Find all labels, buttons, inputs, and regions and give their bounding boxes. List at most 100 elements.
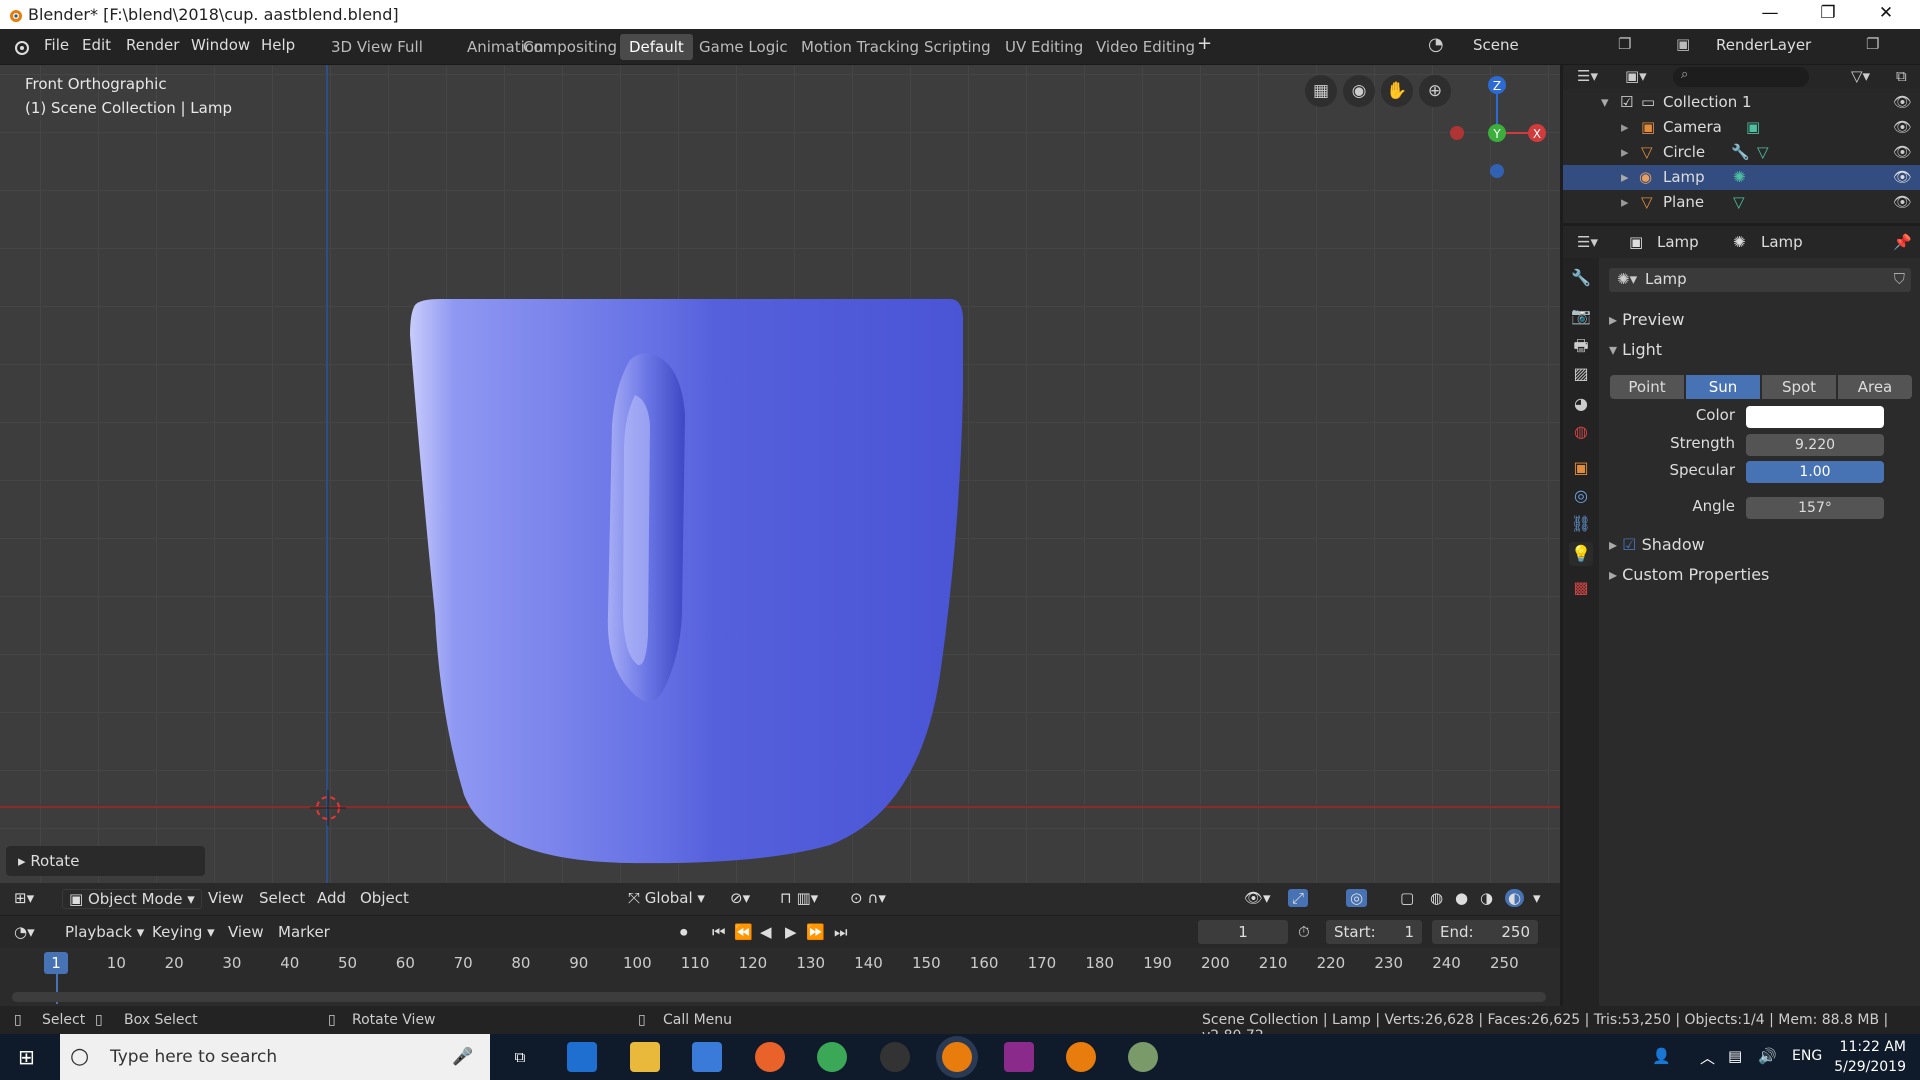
expand-triangle-icon[interactable]: ▸: [1621, 115, 1629, 140]
outliner-editor-icon[interactable]: ☰▾: [1577, 67, 1598, 85]
tray-chevron-icon[interactable]: ︿: [1700, 1047, 1715, 1068]
orientation-select[interactable]: ⤧ Global ▾: [628, 889, 705, 907]
shadow-checkbox-icon[interactable]: ☑: [1622, 535, 1636, 554]
gizmos-toggle-icon[interactable]: ⤢: [1288, 889, 1309, 907]
play-reverse-icon[interactable]: ◀: [760, 923, 772, 941]
edge-icon[interactable]: [567, 1042, 597, 1072]
outliner-row-camera[interactable]: ▸ ▣ Camera ▣ 👁: [1563, 115, 1920, 140]
outliner[interactable]: ☰▾ ▣▾ ⌕ ▽▾ ⧉ ▾ ☑ ▭ Collection 1 👁 ▸ ▣ Ca…: [1563, 65, 1920, 223]
pan-hand-icon[interactable]: ✋: [1381, 75, 1413, 107]
volume-icon[interactable]: 🔊: [1758, 1047, 1777, 1065]
microphone-icon[interactable]: 🎤: [452, 1034, 473, 1080]
clock[interactable]: 11:22 AM 5/29/2019: [1834, 1037, 1906, 1077]
xray-icon[interactable]: ▢: [1400, 889, 1414, 907]
3d-viewport[interactable]: Front Orthographic (1) Scene Collection …: [0, 65, 1560, 913]
camera-data-icon[interactable]: ▣: [1746, 115, 1760, 140]
material-shading-icon[interactable]: ◑: [1480, 889, 1493, 907]
paint-icon[interactable]: [1128, 1042, 1158, 1072]
eye-icon[interactable]: 👁: [1893, 140, 1912, 165]
blender-alt-icon[interactable]: [1066, 1042, 1096, 1072]
modifier-wrench-icon[interactable]: 🔧: [1731, 140, 1750, 165]
menu-keying[interactable]: Keying ▾: [152, 923, 215, 941]
strength-field[interactable]: 9.220: [1746, 434, 1884, 456]
view-layer-tab-icon[interactable]: ▨: [1569, 362, 1593, 386]
winrar-icon[interactable]: [1004, 1042, 1034, 1072]
properties-editor[interactable]: ☰▾ ▣ Lamp ✺ Lamp 📌 🔧 📷 🖶 ▨ ◕ ◍ ▣ ◎ ⛓ 💡 ▩…: [1563, 226, 1920, 1006]
tab-scripting[interactable]: Scripting: [915, 34, 1000, 60]
store-icon[interactable]: [692, 1042, 722, 1072]
mode-select[interactable]: ▣ Object Mode ▾: [62, 889, 202, 909]
light-type-sun[interactable]: Sun: [1686, 375, 1760, 399]
task-view-icon[interactable]: ⧉: [505, 1042, 535, 1072]
fake-user-shield-icon[interactable]: ⛉: [1894, 270, 1905, 288]
color-swatch[interactable]: [1746, 406, 1884, 428]
light-type-spot[interactable]: Spot: [1762, 375, 1836, 399]
menu-playback[interactable]: Playback ▾: [65, 923, 144, 941]
axis-gizmo[interactable]: Z X Y: [1440, 71, 1560, 181]
start-frame-field[interactable]: Start: 1: [1326, 920, 1422, 944]
mesh-data-icon[interactable]: ▽: [1733, 190, 1745, 215]
menu-file[interactable]: File: [44, 36, 69, 54]
render-tab-icon[interactable]: 📷: [1569, 304, 1593, 328]
unreal-icon[interactable]: [880, 1042, 910, 1072]
prev-keyframe-icon[interactable]: ⏪: [734, 923, 753, 941]
output-tab-icon[interactable]: 🖶: [1569, 334, 1593, 358]
outliner-row-lamp[interactable]: ▸ ◉ Lamp ✺ 👁: [1563, 165, 1920, 190]
datablock-name[interactable]: Lamp: [1645, 270, 1687, 288]
tab-uv-editing[interactable]: UV Editing: [996, 34, 1092, 60]
expand-triangle-icon[interactable]: ▾: [1601, 90, 1609, 115]
menu-object[interactable]: Object: [360, 889, 409, 907]
tab-compositing[interactable]: Compositing: [514, 34, 626, 60]
datablock-selector[interactable]: ✺▾ Lamp ⛉: [1609, 268, 1911, 292]
panel-custom-properties[interactable]: ▸ Custom Properties: [1609, 565, 1769, 584]
visibility-icon[interactable]: 👁▾: [1244, 889, 1271, 907]
3d-cursor-icon[interactable]: [306, 786, 350, 830]
tab-video-editing[interactable]: Video Editing: [1087, 34, 1204, 60]
light-type-point[interactable]: Point: [1610, 375, 1684, 399]
new-collection-icon[interactable]: ⧉: [1896, 67, 1907, 85]
specular-field[interactable]: 1.00: [1746, 461, 1884, 483]
firefox-icon[interactable]: [755, 1042, 785, 1072]
panel-light[interactable]: ▾ Light: [1609, 340, 1662, 359]
last-operator-panel[interactable]: ▸ Rotate: [6, 846, 205, 876]
expand-triangle-icon[interactable]: ▸: [1621, 165, 1629, 190]
blender-menu-icon[interactable]: [10, 37, 32, 57]
close-button[interactable]: ✕: [1858, 0, 1914, 29]
timeline[interactable]: ◔▾ Playback ▾ Keying ▾ View Marker ⏺ ⏮ ⏪…: [0, 916, 1560, 1006]
tab-3d-view-full[interactable]: 3D View Full: [322, 34, 432, 60]
renderlayer-icon[interactable]: ▣: [1676, 35, 1690, 53]
properties-editor-icon[interactable]: ☰▾: [1577, 226, 1598, 258]
record-icon[interactable]: ⏺: [680, 923, 688, 941]
jump-end-icon[interactable]: ⏭: [834, 923, 848, 941]
current-frame-marker[interactable]: 1: [44, 952, 68, 974]
eye-icon[interactable]: 👁: [1893, 90, 1912, 115]
scene-name[interactable]: Scene: [1473, 36, 1519, 54]
outliner-row-collection[interactable]: ▾ ☑ ▭ Collection 1 👁: [1563, 90, 1920, 115]
checkbox-icon[interactable]: ☑: [1620, 90, 1633, 115]
expand-triangle-icon[interactable]: ▸: [1621, 140, 1629, 165]
file-explorer-icon[interactable]: [630, 1042, 660, 1072]
cup-mesh[interactable]: [380, 235, 1000, 875]
jump-start-icon[interactable]: ⏮: [712, 923, 726, 941]
current-frame-field[interactable]: 1: [1198, 920, 1288, 944]
overlays-toggle-icon[interactable]: ◎: [1346, 889, 1368, 907]
outliner-row-circle[interactable]: ▸ ▽ Circle 🔧 ▽ 👁: [1563, 140, 1920, 165]
panel-shadow[interactable]: ▸ ☑ Shadow: [1609, 535, 1705, 554]
light-type-area[interactable]: Area: [1838, 375, 1912, 399]
menu-help[interactable]: Help: [261, 36, 295, 54]
timeline-editor-icon[interactable]: ◔▾: [14, 923, 35, 941]
tab-motion-tracking[interactable]: Motion Tracking: [792, 34, 928, 60]
wireframe-shading-icon[interactable]: ◍: [1430, 889, 1443, 907]
constraints-tab-icon[interactable]: ⛓: [1569, 512, 1593, 536]
panel-preview[interactable]: ▸ Preview: [1609, 310, 1684, 329]
outliner-row-plane[interactable]: ▸ ▽ Plane ▽ 👁: [1563, 190, 1920, 215]
camera-view-icon[interactable]: ◉: [1343, 75, 1375, 107]
blender-task-icon[interactable]: [942, 1042, 972, 1072]
language-indicator[interactable]: ENG: [1792, 1048, 1822, 1064]
tab-default[interactable]: Default: [620, 34, 693, 60]
menu-marker[interactable]: Marker: [278, 923, 330, 941]
new-scene-icon[interactable]: ❐: [1618, 35, 1631, 53]
display-mode-icon[interactable]: ▣▾: [1625, 67, 1647, 85]
rendered-shading-icon[interactable]: ◐: [1505, 889, 1525, 907]
filter-icon[interactable]: ▽▾: [1851, 67, 1870, 85]
